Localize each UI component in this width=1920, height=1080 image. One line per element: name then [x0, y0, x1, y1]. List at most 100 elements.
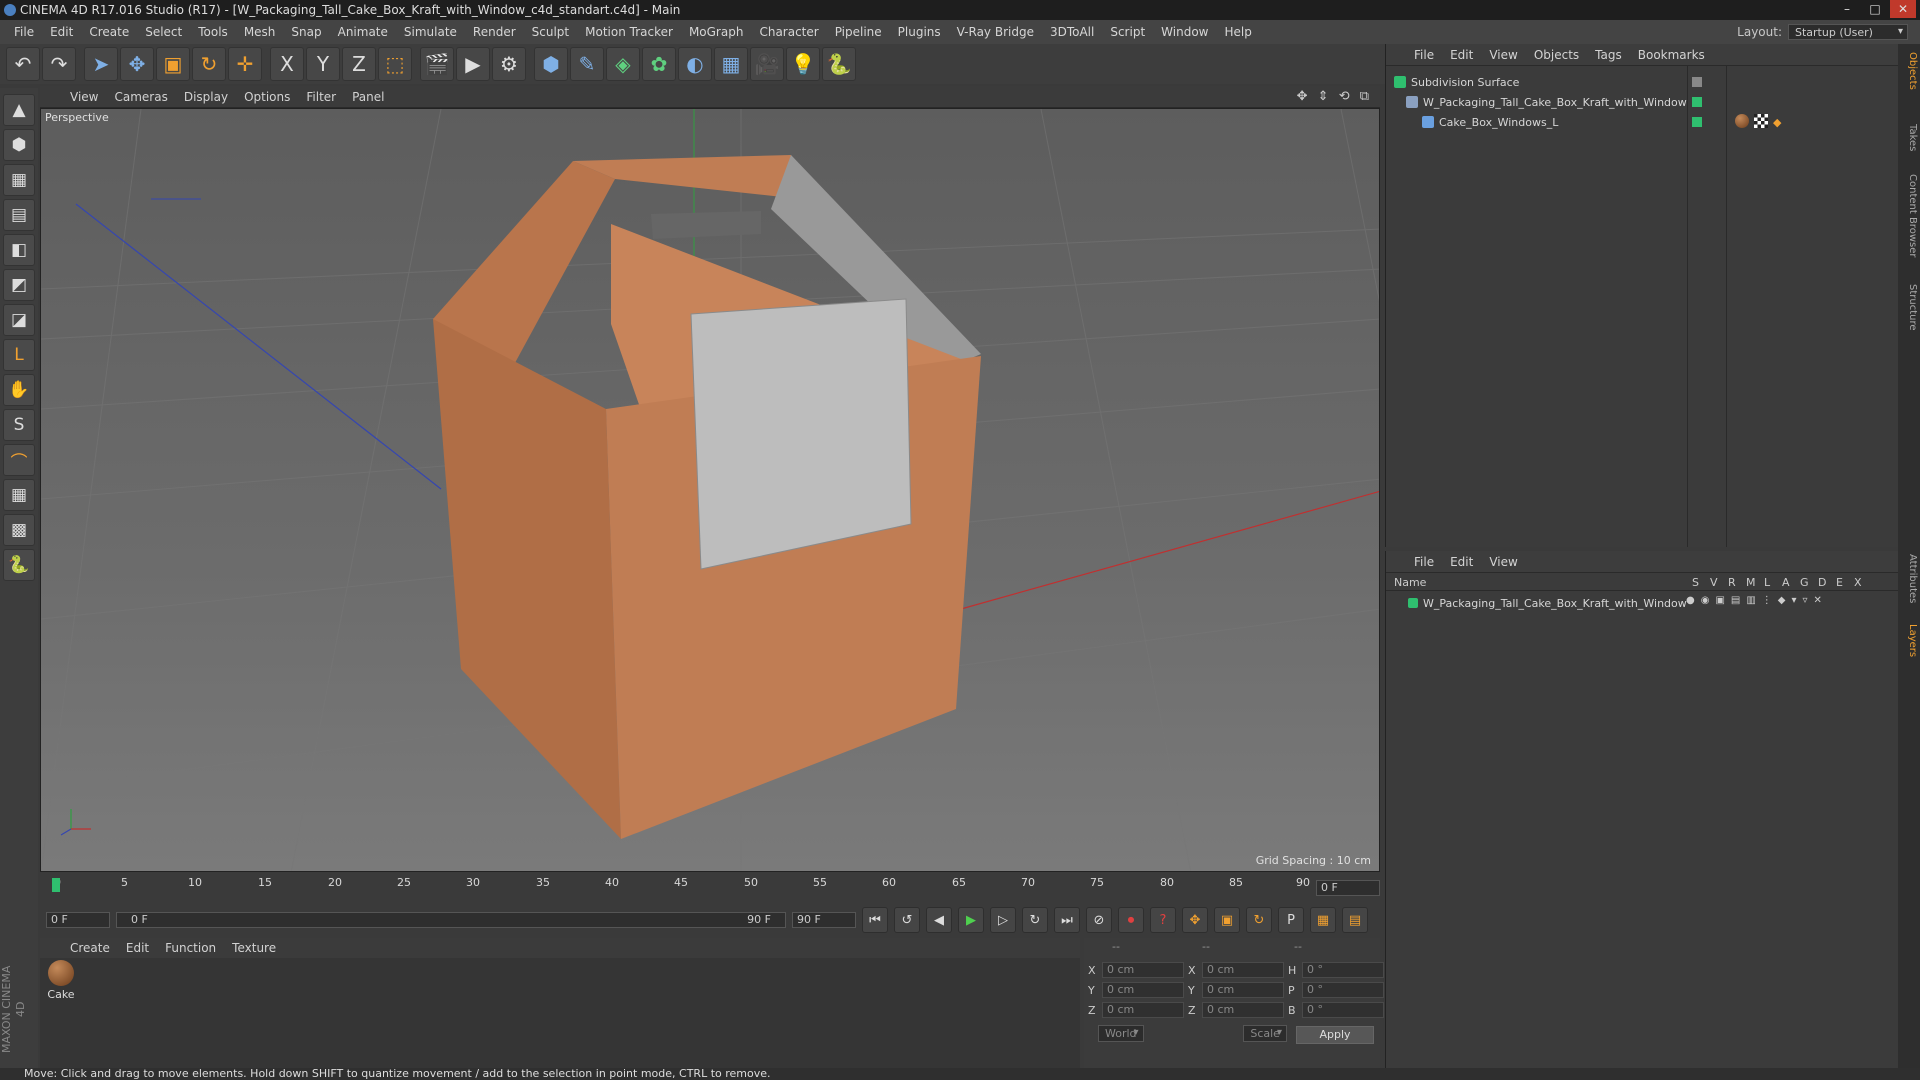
world-coords-icon[interactable]: ⬚: [378, 47, 412, 81]
rotate-icon[interactable]: ↻: [192, 47, 226, 81]
objects-menu-edit[interactable]: Edit: [1442, 48, 1481, 62]
viewport-menu-view[interactable]: View: [62, 90, 106, 104]
menu-character[interactable]: Character: [751, 25, 826, 39]
frame-range-slider[interactable]: 0 F 90 F: [116, 912, 786, 928]
render-picture-icon[interactable]: ▶: [456, 47, 490, 81]
material-menu-texture[interactable]: Texture: [224, 941, 284, 955]
material-tag-icon[interactable]: [1735, 114, 1749, 128]
size-y-field[interactable]: 0 cm: [1202, 982, 1284, 998]
layout-dropdown[interactable]: Startup (User): [1788, 24, 1908, 40]
transform-icon[interactable]: ✛: [228, 47, 262, 81]
viewport-menu-options[interactable]: Options: [236, 90, 298, 104]
edges-mode-icon[interactable]: ◩: [3, 269, 35, 301]
record-icon[interactable]: ⏺: [1118, 907, 1144, 933]
object-row-packaging[interactable]: W_Packaging_Tall_Cake_Box_Kraft_with_Win…: [1406, 92, 1687, 112]
workplane-icon[interactable]: ▤: [3, 199, 35, 231]
menu-3dtoall[interactable]: 3DToAll: [1042, 25, 1102, 39]
autokey-icon[interactable]: ?: [1150, 907, 1176, 933]
points-mode-icon[interactable]: ◧: [3, 234, 35, 266]
layer-color-icon[interactable]: [1692, 117, 1702, 127]
objects-menu-file[interactable]: File: [1406, 48, 1442, 62]
menu-plugins[interactable]: Plugins: [890, 25, 949, 39]
menu-tools[interactable]: Tools: [190, 25, 236, 39]
material-swatch-cake[interactable]: Cake: [44, 960, 78, 1001]
layer-flag-icons[interactable]: ●◉▣▤▥⋮◆▾▿✕: [1686, 595, 1828, 606]
magnet-icon[interactable]: ⌒: [3, 444, 35, 476]
cube-icon[interactable]: ⬢: [534, 47, 568, 81]
model-mode-icon[interactable]: ⬢: [3, 129, 35, 161]
layers-menu-edit[interactable]: Edit: [1442, 555, 1481, 569]
undo-icon[interactable]: ↶: [6, 47, 40, 81]
tab-structure[interactable]: Structure: [1900, 284, 1918, 331]
tab-attributes[interactable]: Attributes: [1900, 554, 1918, 603]
key-pla-icon[interactable]: ▦: [1310, 907, 1336, 933]
axis-mode-icon[interactable]: L: [3, 339, 35, 371]
menu-motion-tracker[interactable]: Motion Tracker: [577, 25, 681, 39]
tab-content-browser[interactable]: Content Browser: [1900, 174, 1918, 257]
position-z-field[interactable]: 0 cm: [1102, 1002, 1184, 1018]
layer-color-icon[interactable]: [1692, 97, 1702, 107]
objects-menu-tags[interactable]: Tags: [1587, 48, 1630, 62]
playhead-marker[interactable]: [52, 878, 60, 892]
tab-takes[interactable]: Takes: [1900, 124, 1918, 151]
menu-script[interactable]: Script: [1102, 25, 1153, 39]
position-x-field[interactable]: 0 cm: [1102, 962, 1184, 978]
object-row-subdivision-surface[interactable]: Subdivision Surface: [1394, 72, 1519, 92]
minimize-button[interactable]: –: [1834, 0, 1860, 18]
rotation-b-field[interactable]: 0 °: [1302, 1002, 1384, 1018]
material-menu-edit[interactable]: Edit: [118, 941, 157, 955]
tab-layers[interactable]: Layers: [1900, 624, 1918, 657]
next-frame-icon[interactable]: ▷: [990, 907, 1016, 933]
objects-menu-bookmarks[interactable]: Bookmarks: [1630, 48, 1713, 62]
material-menu-function[interactable]: Function: [157, 941, 224, 955]
objects-menu-view[interactable]: View: [1481, 48, 1525, 62]
viewport-menu-filter[interactable]: Filter: [298, 90, 344, 104]
viewport-menu-cameras[interactable]: Cameras: [106, 90, 175, 104]
coord-mode-dropdown[interactable]: World: [1098, 1025, 1144, 1042]
viewport-menu-panel[interactable]: Panel: [344, 90, 392, 104]
layers-menu-file[interactable]: File: [1406, 555, 1442, 569]
x-axis-icon[interactable]: X: [270, 47, 304, 81]
key-scale-icon[interactable]: ▣: [1214, 907, 1240, 933]
deformer-icon[interactable]: ◐: [678, 47, 712, 81]
motion-record-icon[interactable]: ⊘: [1086, 907, 1112, 933]
previous-key-icon[interactable]: ↺: [894, 907, 920, 933]
light-icon[interactable]: 💡: [786, 47, 820, 81]
next-key-icon[interactable]: ↻: [1022, 907, 1048, 933]
current-frame-field[interactable]: 0 F: [1316, 880, 1380, 896]
position-y-field[interactable]: 0 cm: [1102, 982, 1184, 998]
camera-icon[interactable]: 🎥: [750, 47, 784, 81]
apply-button[interactable]: Apply: [1296, 1026, 1374, 1044]
snap-icon[interactable]: S: [3, 409, 35, 441]
menu-create[interactable]: Create: [81, 25, 137, 39]
visibility-dots-icon[interactable]: [1692, 77, 1702, 87]
rotation-h-field[interactable]: 0 °: [1302, 962, 1384, 978]
z-axis-icon[interactable]: Z: [342, 47, 376, 81]
go-to-end-icon[interactable]: ⏭: [1054, 907, 1080, 933]
start-frame-field[interactable]: 0 F: [46, 912, 110, 928]
select-arrow-icon[interactable]: ➤: [84, 47, 118, 81]
subdivision-icon[interactable]: ◈: [606, 47, 640, 81]
python-script-icon[interactable]: 🐍: [3, 549, 35, 581]
play-icon[interactable]: ▶: [958, 907, 984, 933]
menu-pipeline[interactable]: Pipeline: [827, 25, 890, 39]
menu-file[interactable]: File: [6, 25, 42, 39]
menu-select[interactable]: Select: [137, 25, 190, 39]
menu-render[interactable]: Render: [465, 25, 524, 39]
key-rotation-icon[interactable]: ↻: [1246, 907, 1272, 933]
viewport-nav-icons[interactable]: ✥ ⇕ ⟲ ⧉: [1297, 89, 1380, 104]
redo-icon[interactable]: ↷: [42, 47, 76, 81]
menu-animate[interactable]: Animate: [330, 25, 396, 39]
menu-sculpt[interactable]: Sculpt: [524, 25, 577, 39]
timeline-window-icon[interactable]: ▤: [1342, 907, 1368, 933]
workplane-lock-icon[interactable]: ▦: [3, 479, 35, 511]
scale-icon[interactable]: ▣: [156, 47, 190, 81]
layer-row[interactable]: W_Packaging_Tall_Cake_Box_Kraft_with_Win…: [1408, 593, 1687, 613]
menu-vray-bridge[interactable]: V-Ray Bridge: [949, 25, 1042, 39]
floor-icon[interactable]: ▦: [714, 47, 748, 81]
menu-snap[interactable]: Snap: [283, 25, 329, 39]
menu-mesh[interactable]: Mesh: [236, 25, 284, 39]
texture-mode-icon[interactable]: ▦: [3, 164, 35, 196]
previous-frame-icon[interactable]: ◀: [926, 907, 952, 933]
layers-menu-view[interactable]: View: [1481, 555, 1525, 569]
